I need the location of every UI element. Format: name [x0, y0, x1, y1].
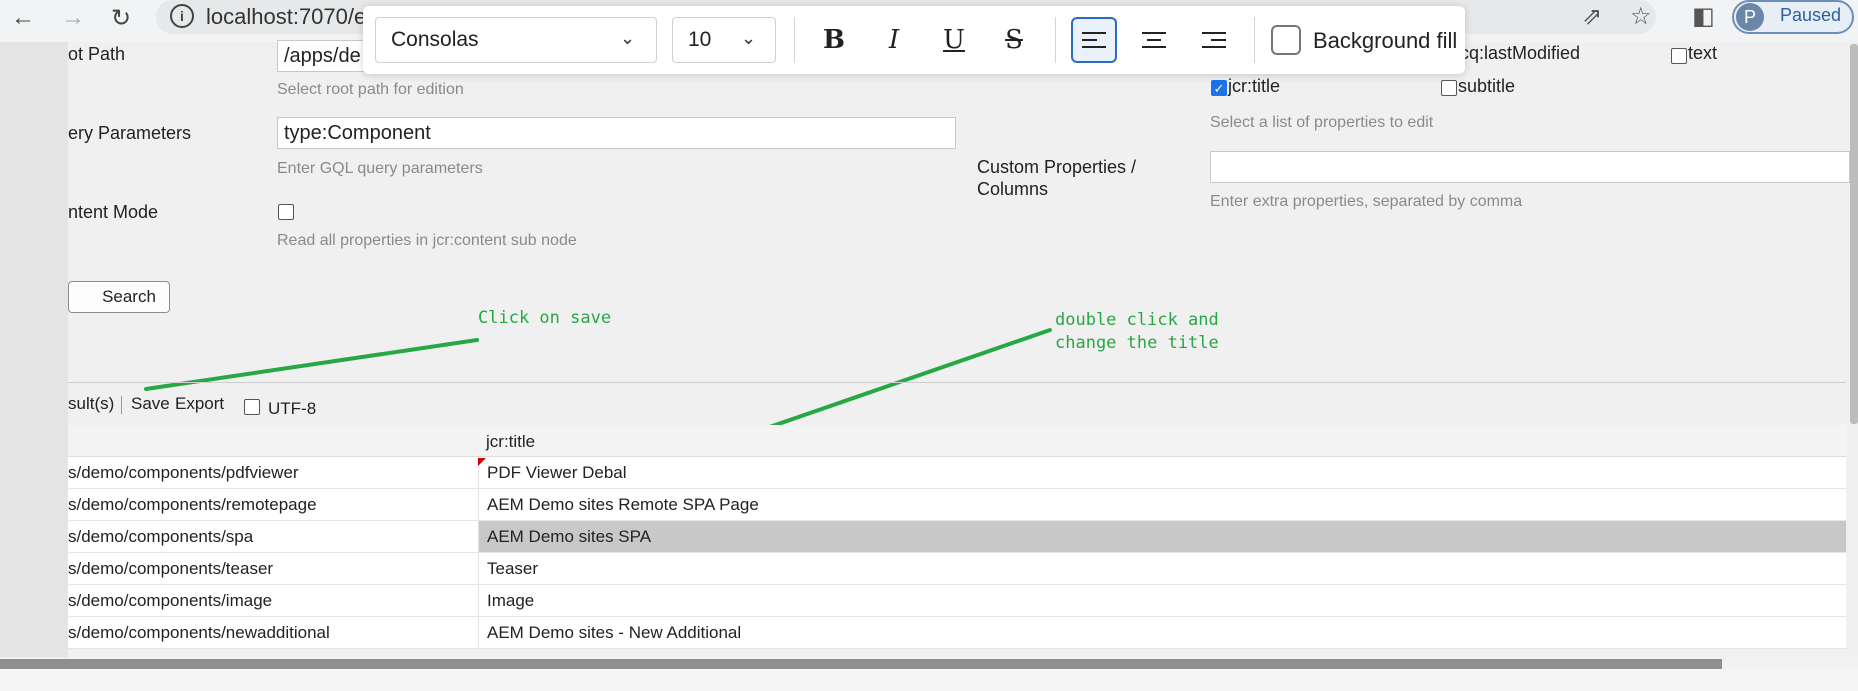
cell-title[interactable]: AEM Demo sites SPA — [478, 521, 1846, 552]
table-row[interactable]: s/demo/components/image Image — [68, 585, 1846, 617]
toolbar-separator — [1055, 17, 1056, 63]
cell-path: s/demo/components/newadditional — [68, 623, 330, 642]
table-row[interactable]: s/demo/components/teaser Teaser — [68, 553, 1846, 585]
table-row[interactable]: s/demo/components/newadditional AEM Demo… — [68, 617, 1846, 649]
save-link[interactable]: Save — [131, 394, 170, 414]
align-center-button[interactable] — [1131, 17, 1177, 63]
export-link[interactable]: Export — [175, 394, 224, 414]
cell-path: s/demo/components/spa — [68, 527, 254, 546]
chevron-down-icon[interactable]: ⌄ — [620, 28, 635, 49]
divider — [68, 382, 1846, 383]
modified-cell-marker — [478, 458, 486, 466]
table-row[interactable]: s/demo/components/spa AEM Demo sites SPA — [68, 521, 1846, 553]
font-size-value[interactable]: 10 — [688, 28, 711, 52]
results-table: jcr:title s/demo/components/pdfviewer PD… — [68, 425, 1846, 649]
column-header-jcr-title[interactable]: jcr:title — [486, 432, 535, 452]
underline-button[interactable]: U — [931, 17, 977, 63]
results-separator — [121, 396, 122, 414]
align-center-icon — [1142, 32, 1166, 48]
results-count: sult(s) — [68, 394, 115, 413]
background-fill-label: Background fill — [1313, 28, 1458, 53]
align-left-button[interactable] — [1071, 17, 1117, 63]
toolbar-separator — [794, 17, 795, 63]
table-row[interactable]: s/demo/components/pdfviewer PDF Viewer D… — [68, 457, 1846, 489]
cell-title[interactable]: AEM Demo sites Remote SPA Page — [478, 489, 1846, 520]
horizontal-scrollbar-thumb[interactable] — [0, 659, 1722, 669]
cell-path: s/demo/components/image — [68, 591, 273, 610]
align-left-icon — [1082, 32, 1106, 48]
background-fill-checkbox[interactable] — [1271, 25, 1301, 55]
save-annotation: Click on save — [478, 308, 612, 328]
italic-button[interactable]: I — [871, 17, 917, 63]
toolbar-separator — [1254, 17, 1255, 63]
cell-title[interactable]: Image — [478, 585, 1846, 616]
cell-path: s/demo/components/teaser — [68, 559, 274, 578]
vertical-scrollbar[interactable] — [1850, 44, 1858, 424]
align-right-icon — [1202, 32, 1226, 48]
bold-button[interactable]: B — [811, 17, 857, 63]
cell-title[interactable]: Teaser — [478, 553, 1846, 584]
align-right-button[interactable] — [1191, 17, 1237, 63]
cell-title[interactable]: AEM Demo sites - New Additional — [478, 617, 1846, 648]
page-footer — [0, 669, 1858, 691]
strikethrough-button[interactable]: S — [991, 17, 1037, 63]
title-annotation: double click and change the title — [1055, 310, 1219, 353]
utf8-label: UTF-8 — [268, 399, 317, 418]
cell-path: s/demo/components/pdfviewer — [68, 463, 299, 482]
table-row[interactable]: s/demo/components/remotepage AEM Demo si… — [68, 489, 1846, 521]
utf8-checkbox[interactable] — [244, 399, 260, 415]
table-header: jcr:title — [68, 425, 1846, 457]
font-family-value[interactable]: Consolas — [391, 28, 479, 52]
chevron-down-icon[interactable]: ⌄ — [741, 28, 756, 49]
cell-path: s/demo/components/remotepage — [68, 495, 317, 514]
cell-title[interactable]: PDF Viewer Debal — [478, 457, 1846, 488]
